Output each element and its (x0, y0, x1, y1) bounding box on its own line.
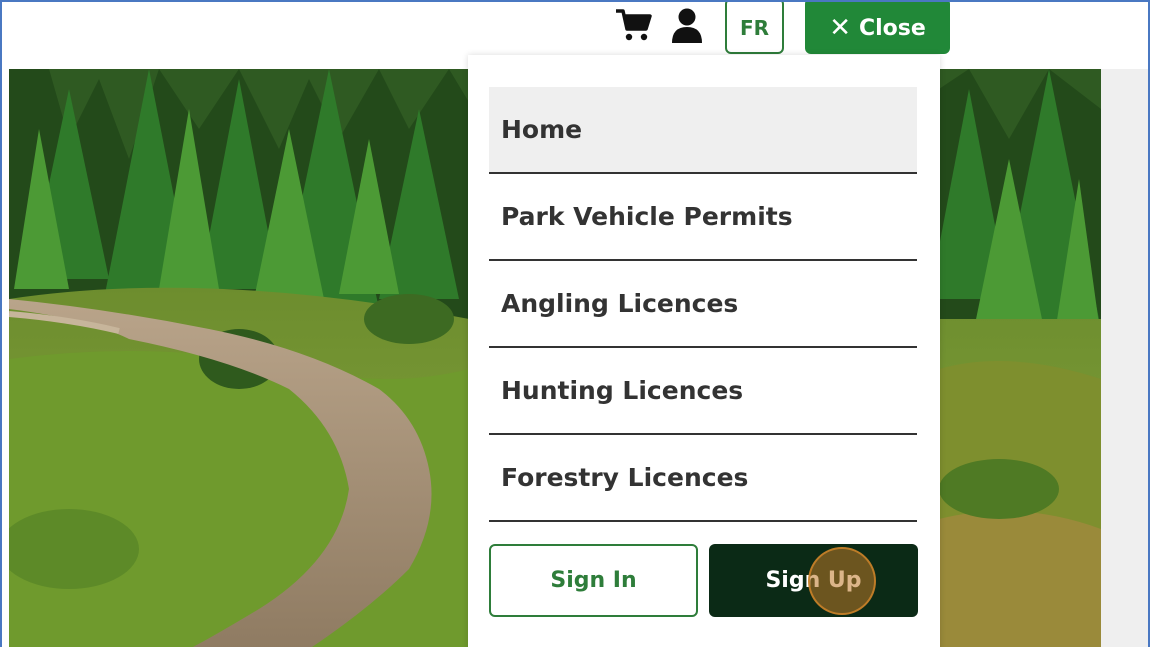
menu-item-forestry-licences[interactable]: Forestry Licences (489, 435, 917, 522)
menu-item-park-vehicle-permits[interactable]: Park Vehicle Permits (489, 174, 917, 261)
close-menu-button[interactable]: ✕ Close (805, 2, 950, 54)
menu-item-hunting-licences[interactable]: Hunting Licences (489, 348, 917, 435)
language-toggle-label: FR (739, 16, 770, 40)
navigation-menu: Home Park Vehicle Permits Angling Licenc… (468, 55, 940, 647)
menu-item-label: Hunting Licences (501, 376, 744, 405)
page-gutter (1101, 69, 1148, 647)
sign-in-label: Sign In (550, 568, 637, 593)
menu-item-label: Angling Licences (501, 289, 739, 318)
menu-item-home[interactable]: Home (489, 87, 917, 174)
menu-item-angling-licences[interactable]: Angling Licences (489, 261, 917, 348)
sign-up-label: Sign Up (765, 568, 862, 593)
user-icon[interactable] (670, 7, 704, 43)
close-menu-label: Close (858, 15, 926, 41)
browser-viewport: FR ✕ Close Home Park Vehicle Permits Ang… (0, 0, 1150, 647)
cart-icon[interactable] (614, 8, 652, 42)
menu-item-label: Forestry Licences (501, 463, 749, 492)
menu-item-label: Home (501, 115, 583, 144)
sign-up-button[interactable]: Sign Up (709, 544, 918, 617)
sign-in-button[interactable]: Sign In (489, 544, 698, 617)
close-icon: ✕ (829, 13, 851, 43)
menu-item-label: Park Vehicle Permits (501, 202, 793, 231)
language-toggle-button[interactable]: FR (725, 2, 784, 54)
